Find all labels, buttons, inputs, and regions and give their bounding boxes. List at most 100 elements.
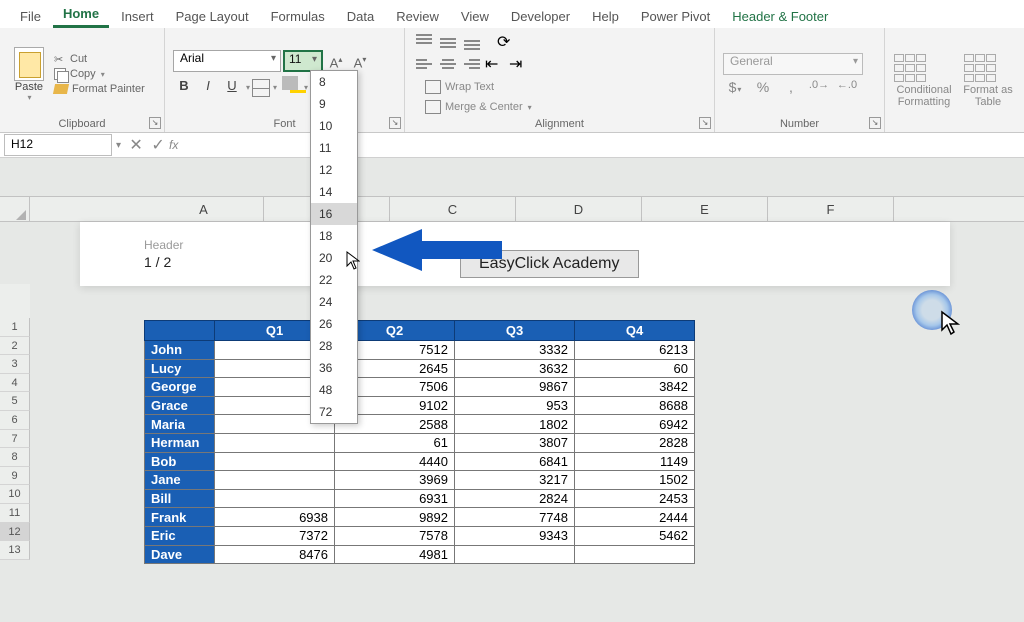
row-name-cell[interactable]: Herman xyxy=(145,433,215,452)
cell[interactable] xyxy=(455,545,575,564)
align-middle-button[interactable] xyxy=(437,32,459,54)
font-dialog-launcher[interactable]: ↘ xyxy=(389,117,401,129)
alignment-dialog-launcher[interactable]: ↘ xyxy=(699,117,711,129)
accounting-button[interactable]: $▾ xyxy=(723,79,747,95)
font-size-option[interactable]: 22 xyxy=(311,269,357,291)
row-header[interactable]: 1 xyxy=(0,318,30,337)
format-painter-button[interactable]: Format Painter xyxy=(54,83,145,95)
row-name-cell[interactable]: George xyxy=(145,378,215,397)
row-name-cell[interactable]: Bill xyxy=(145,489,215,508)
row-name-cell[interactable]: Lucy xyxy=(145,359,215,378)
tab-review[interactable]: Review xyxy=(386,5,449,28)
font-size-option[interactable]: 26 xyxy=(311,313,357,335)
number-format-select[interactable]: General xyxy=(723,53,863,75)
align-left-button[interactable] xyxy=(413,54,435,76)
align-center-button[interactable] xyxy=(437,54,459,76)
paste-button[interactable]: Paste ▾ xyxy=(8,47,50,102)
format-as-table-button[interactable]: Format as Table xyxy=(963,54,1013,108)
number-dialog-launcher[interactable]: ↘ xyxy=(869,117,881,129)
cut-button[interactable]: ✂Cut xyxy=(54,53,145,65)
cell[interactable] xyxy=(215,489,335,508)
cell[interactable]: 1802 xyxy=(455,415,575,434)
decrease-indent-button[interactable]: ⇤ xyxy=(485,54,507,76)
cell[interactable]: 2824 xyxy=(455,489,575,508)
bold-button[interactable]: B xyxy=(173,76,195,98)
cell[interactable]: 3332 xyxy=(455,341,575,360)
row-name-cell[interactable]: Frank xyxy=(145,508,215,527)
cell[interactable]: 8476 xyxy=(215,545,335,564)
row-name-cell[interactable]: Grace xyxy=(145,396,215,415)
row-header[interactable]: 4 xyxy=(0,374,30,393)
row-header[interactable]: 2 xyxy=(0,337,30,356)
cell[interactable] xyxy=(215,452,335,471)
column-header[interactable]: A xyxy=(144,197,264,223)
font-size-option[interactable]: 36 xyxy=(311,357,357,379)
cell[interactable]: 7372 xyxy=(215,526,335,545)
font-size-option[interactable]: 48 xyxy=(311,379,357,401)
cell[interactable]: 3807 xyxy=(455,433,575,452)
fill-color-button[interactable] xyxy=(279,76,301,98)
tab-file[interactable]: File xyxy=(10,5,51,28)
row-name-cell[interactable]: Bob xyxy=(145,452,215,471)
conditional-formatting-button[interactable]: Conditional Formatting xyxy=(893,54,955,108)
fx-icon[interactable]: fx xyxy=(169,138,178,152)
row-name-cell[interactable]: John xyxy=(145,341,215,360)
cancel-formula-button[interactable]: ✕ xyxy=(125,135,147,155)
tab-view[interactable]: View xyxy=(451,5,499,28)
font-size-option[interactable]: 72 xyxy=(311,401,357,423)
row-header[interactable]: 7 xyxy=(0,430,30,449)
orientation-button[interactable]: ⟳ xyxy=(497,32,519,54)
row-header[interactable]: 12 xyxy=(0,523,30,542)
font-size-option[interactable]: 20 xyxy=(311,247,357,269)
font-size-option[interactable]: 11 xyxy=(311,137,357,159)
merge-center-button[interactable]: Merge & Center▾ xyxy=(425,100,532,114)
cell[interactable]: 8688 xyxy=(575,396,695,415)
select-all-corner[interactable] xyxy=(0,197,30,223)
row-header[interactable]: 8 xyxy=(0,448,30,467)
row-header[interactable]: 6 xyxy=(0,411,30,430)
tab-formulas[interactable]: Formulas xyxy=(261,5,335,28)
font-size-option[interactable]: 12 xyxy=(311,159,357,181)
tab-developer[interactable]: Developer xyxy=(501,5,580,28)
tab-help[interactable]: Help xyxy=(582,5,629,28)
cell[interactable]: 953 xyxy=(455,396,575,415)
row-name-cell[interactable]: Maria xyxy=(145,415,215,434)
cell[interactable]: 6931 xyxy=(335,489,455,508)
percent-button[interactable]: % xyxy=(751,79,775,95)
align-bottom-button[interactable] xyxy=(461,32,483,54)
cell[interactable]: 4981 xyxy=(335,545,455,564)
cell[interactable]: 1502 xyxy=(575,471,695,490)
font-size-option[interactable]: 18 xyxy=(311,225,357,247)
align-top-button[interactable] xyxy=(413,32,435,54)
font-size-option[interactable]: 9 xyxy=(311,93,357,115)
column-header[interactable]: E xyxy=(642,197,768,223)
row-header[interactable]: 10 xyxy=(0,485,30,504)
cell[interactable]: 3969 xyxy=(335,471,455,490)
cell[interactable]: 5462 xyxy=(575,526,695,545)
font-size-option[interactable]: 8 xyxy=(311,71,357,93)
decrease-font-button[interactable]: A▾ xyxy=(349,50,371,72)
increase-indent-button[interactable]: ⇥ xyxy=(509,54,531,76)
font-size-dropdown[interactable]: 8 9 10 11 12 14 16 18 20 22 24 26 28 36 … xyxy=(310,70,358,424)
font-size-option[interactable]: 14 xyxy=(311,181,357,203)
font-size-select[interactable]: 11 xyxy=(283,50,323,72)
cell[interactable]: 2444 xyxy=(575,508,695,527)
cell[interactable]: 3217 xyxy=(455,471,575,490)
enter-formula-button[interactable]: ✓ xyxy=(147,135,169,155)
cell[interactable]: 7578 xyxy=(335,526,455,545)
copy-button[interactable]: Copy▾ xyxy=(54,68,145,80)
font-name-select[interactable]: Arial xyxy=(173,50,281,72)
tab-insert[interactable]: Insert xyxy=(111,5,164,28)
cell[interactable]: 4440 xyxy=(335,452,455,471)
cell[interactable]: 1149 xyxy=(575,452,695,471)
column-header[interactable]: C xyxy=(390,197,516,223)
row-header[interactable]: 9 xyxy=(0,467,30,486)
decrease-decimal-button[interactable]: ←.0 xyxy=(835,79,859,95)
tab-header-footer[interactable]: Header & Footer xyxy=(722,5,838,28)
cell[interactable]: 6938 xyxy=(215,508,335,527)
cell[interactable]: 60 xyxy=(575,359,695,378)
italic-button[interactable]: I xyxy=(197,76,219,98)
tab-data[interactable]: Data xyxy=(337,5,384,28)
row-name-cell[interactable]: Eric xyxy=(145,526,215,545)
column-header[interactable]: F xyxy=(768,197,894,223)
